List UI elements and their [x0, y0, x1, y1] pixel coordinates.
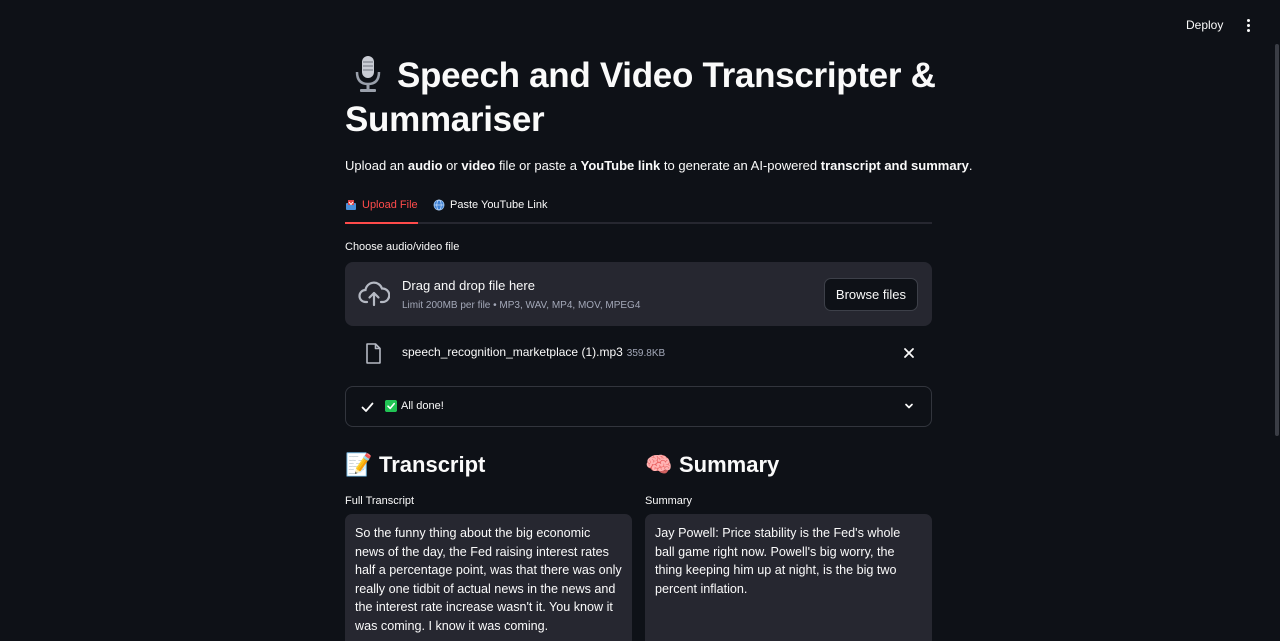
intro-text-bold: video — [461, 158, 496, 173]
intro-text-part: to generate an AI-powered — [660, 158, 821, 173]
chevron-down-icon[interactable] — [903, 400, 915, 412]
tab-upload-file[interactable]: Upload File — [345, 199, 418, 211]
summary-heading: 🧠 Summary — [645, 450, 932, 480]
uploader-label: Choose audio/video file — [345, 241, 460, 253]
top-toolbar: Deploy — [0, 0, 1280, 48]
intro-text-part: Upload an — [345, 158, 408, 173]
transcript-heading-text: Transcript — [379, 452, 486, 477]
globe-icon — [433, 199, 445, 211]
intro-text: Upload an audio or video file or paste a… — [345, 157, 972, 175]
status-expander[interactable]: All done! — [345, 386, 932, 427]
intro-text-bold: transcript and summary — [820, 158, 969, 173]
intro-text-bold: audio — [407, 158, 443, 173]
tab-upload-label: Upload File — [362, 199, 418, 211]
summary-heading-text: Summary — [679, 452, 780, 477]
file-dropzone[interactable]: Drag and drop file here Limit 200MB per … — [345, 262, 932, 326]
transcript-label: Full Transcript — [345, 495, 415, 507]
file-icon — [366, 343, 381, 364]
summary-textarea[interactable]: Jay Powell: Price stability is the Fed's… — [645, 514, 932, 641]
transcript-heading: 📝 Transcript — [345, 450, 632, 480]
tab-youtube-label: Paste YouTube Link — [450, 199, 548, 211]
cloud-upload-icon — [358, 281, 390, 307]
scrollbar[interactable] — [1275, 44, 1279, 436]
summary-label: Summary — [645, 495, 693, 507]
tab-paste-youtube-link[interactable]: Paste YouTube Link — [433, 199, 547, 211]
transcript-textarea[interactable]: So the funny thing about the big economi… — [345, 514, 632, 641]
intro-text-part: or — [442, 158, 462, 173]
summary-column: 🧠 Summary Summary Jay Powell: Price stab… — [645, 450, 932, 641]
deploy-button[interactable]: Deploy — [1182, 16, 1227, 34]
main-menu-icon[interactable] — [1240, 15, 1256, 35]
page-title: Speech and Video Transcripter & Summaris… — [345, 54, 945, 142]
input-tabs: Upload File Paste YouTube Link — [345, 196, 932, 224]
browse-files-button[interactable]: Browse files — [823, 278, 918, 311]
uploaded-file: speech_recognition_marketplace (1).mp3 35… — [345, 340, 932, 366]
remove-file-icon[interactable] — [902, 346, 916, 360]
dropzone-limit: Limit 200MB per file • MP3, WAV, MP4, MO… — [402, 300, 641, 311]
file-name-text: speech_recognition_marketplace (1).mp3 — [402, 345, 623, 359]
microphone-icon — [355, 56, 381, 92]
file-size: 359.8KB — [626, 348, 666, 359]
memo-icon: 📝 — [345, 452, 373, 477]
tabs-divider — [345, 222, 932, 224]
status-text: All done! — [401, 400, 444, 412]
file-name: speech_recognition_marketplace (1).mp3 35… — [402, 345, 665, 359]
check-mark-button-icon — [385, 400, 397, 412]
intro-text-part: file or paste a — [495, 158, 581, 173]
inbox-tray-icon — [346, 200, 356, 210]
brain-icon: 🧠 — [645, 452, 673, 477]
page-title-text: Speech and Video Transcripter & Summaris… — [345, 56, 936, 139]
active-tab-indicator — [345, 222, 418, 224]
intro-text-part: . — [968, 158, 973, 173]
checkmark-icon — [361, 402, 374, 412]
dropzone-title: Drag and drop file here — [402, 278, 535, 293]
transcript-column: 📝 Transcript Full Transcript So the funn… — [345, 450, 632, 641]
intro-text-bold: YouTube link — [580, 158, 661, 173]
